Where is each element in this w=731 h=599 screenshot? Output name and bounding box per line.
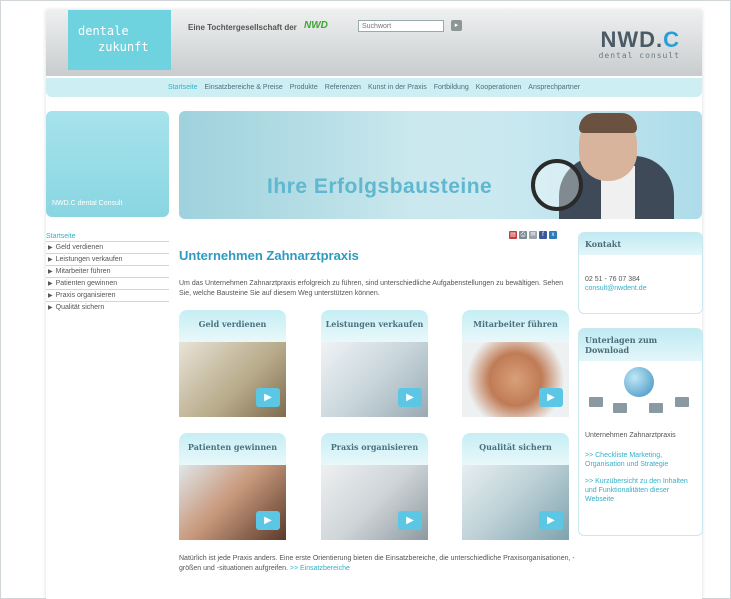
card-title: Mitarbeiter führen [462, 310, 569, 342]
nav-item-ansprechpartner[interactable]: Ansprechpartner [528, 84, 580, 91]
play-icon[interactable]: ▶ [256, 388, 280, 407]
banner-headline: Ihre Erfolgsbausteine [267, 175, 493, 198]
sidenav-item-praxis[interactable]: ▶ Praxis organisieren [46, 290, 169, 302]
card-title: Praxis organisieren [321, 433, 428, 465]
sidenav-item-qualitaet[interactable]: ▶ Qualität sichern [46, 302, 169, 313]
nav-item-startseite[interactable]: Startseite [168, 84, 198, 91]
play-icon[interactable]: ▶ [256, 511, 280, 530]
card-mitarbeiter-fuehren[interactable]: Mitarbeiter führen ▶ [462, 310, 569, 417]
arrow-right-icon: ▶ [48, 281, 53, 287]
card-praxis-organisieren[interactable]: Praxis organisieren ▶ [321, 433, 428, 540]
logo-line-1: dentale [78, 24, 129, 38]
sidenav-item-label: Patienten gewinnen [55, 280, 118, 287]
play-icon[interactable]: ▶ [539, 388, 563, 407]
computer-icon [589, 397, 603, 407]
facebook-icon[interactable]: f [539, 231, 547, 239]
left-box-text: NWD.C dental Consult [52, 200, 123, 207]
website: dentale zukunft Eine Tochtergesellschaft… [46, 10, 703, 599]
share-icons: ▤ ⎙ ✉ f x [509, 231, 557, 239]
man-photo-hair [579, 113, 637, 133]
arrow-right-icon: ▶ [48, 245, 53, 251]
downloads-title: Unterlagen zum Download [579, 329, 702, 361]
play-icon[interactable]: ▶ [398, 511, 422, 530]
sidenav-item-geld[interactable]: ▶ Geld verdienen [46, 242, 169, 254]
left-brand-box: NWD.C dental Consult [46, 111, 169, 217]
footer-body: Natürlich ist jede Praxis anders. Eine e… [179, 555, 575, 572]
dental-treatment-photo: ▶ [462, 465, 569, 540]
card-title: Leistungen verkaufen [321, 310, 428, 342]
sidenav-item-label: Leistungen verkaufen [55, 256, 123, 263]
page-title: Unternehmen Zahnarztpraxis [179, 248, 359, 263]
computer-icon [613, 403, 627, 413]
contact-box: Kontakt 02 51 - 76 07 384 consult@nwdent… [578, 232, 703, 314]
intro-text: Um das Unternehmen Zahnarztpraxis erfolg… [179, 280, 564, 297]
pdf-icon[interactable]: ▤ [509, 231, 517, 239]
nwd-mini-logo[interactable]: NWD [304, 20, 328, 31]
contact-phone: 02 51 - 76 07 384 [585, 276, 640, 283]
nav-item-kooperationen[interactable]: Kooperationen [476, 84, 522, 91]
print-icon[interactable]: ⎙ [519, 231, 527, 239]
card-title: Qualität sichern [462, 433, 569, 465]
sidenav-title[interactable]: Startseite [46, 233, 169, 242]
site-header: dentale zukunft Eine Tochtergesellschaft… [46, 10, 702, 76]
arrow-right-icon: ▶ [48, 293, 53, 299]
computer-icon [675, 397, 689, 407]
sidenav-item-patienten[interactable]: ▶ Patienten gewinnen [46, 278, 169, 290]
nwd-c-brand-logo[interactable]: NWD.C dental consult [599, 27, 680, 60]
nav-item-einsatzbereiche[interactable]: Einsatzbereiche & Preise [205, 84, 283, 91]
nav-item-fortbildung[interactable]: Fortbildung [434, 84, 469, 91]
coins-photo: ▶ [179, 342, 286, 417]
brand-c: C [663, 27, 680, 52]
network-illustration [579, 361, 702, 419]
dental-team-photo: ▶ [321, 342, 428, 417]
card-leistungen-verkaufen[interactable]: Leistungen verkaufen ▶ [321, 310, 428, 417]
hero-banner: Ihre Erfolgsbausteine [179, 111, 702, 219]
checklist-link[interactable]: >> Checkliste Marketing, Organisation un… [579, 451, 702, 469]
tagline: Eine Tochtergesellschaft der [188, 23, 297, 32]
sidenav-item-label: Qualität sichern [55, 304, 105, 311]
globe-icon [624, 367, 654, 397]
team-hands-photo: ▶ [462, 342, 569, 417]
play-icon[interactable]: ▶ [398, 388, 422, 407]
brand-subtitle: dental consult [598, 51, 680, 60]
girl-patient-photo: ▶ [179, 465, 286, 540]
dentale-zukunft-logo[interactable]: dentale zukunft [68, 10, 171, 70]
nav-item-kunst[interactable]: Kunst in der Praxis [368, 84, 427, 91]
downloads-box: Unterlagen zum Download Unternehmen Zahn… [578, 328, 703, 536]
arrow-right-icon: ▶ [48, 257, 53, 263]
contact-title: Kontakt [579, 233, 702, 255]
xing-icon[interactable]: x [549, 231, 557, 239]
einsatzbereiche-link[interactable]: >> Einsatzbereiche [290, 565, 350, 572]
search-button[interactable]: ▸ [451, 20, 462, 31]
banner-shade [179, 111, 499, 219]
contact-email-link[interactable]: consult@nwdent.de [579, 284, 702, 293]
brand-main: NWD. [600, 27, 664, 52]
computer-icon [649, 403, 663, 413]
sidenav-item-label: Mitarbeiter führen [55, 268, 111, 275]
card-title: Geld verdienen [179, 310, 286, 342]
logo-line-2: zukunft [98, 40, 149, 54]
arrow-right-icon: ▶ [48, 305, 53, 311]
card-patienten-gewinnen[interactable]: Patienten gewinnen ▶ [179, 433, 286, 540]
footer-text: Natürlich ist jede Praxis anders. Eine e… [179, 554, 579, 574]
card-geld-verdienen[interactable]: Geld verdienen ▶ [179, 310, 286, 417]
main-nav: Startseite Einsatzbereiche & Preise Prod… [46, 78, 702, 97]
downloads-subtitle: Unternehmen Zahnarztpraxis [585, 432, 676, 439]
search-input[interactable] [358, 20, 444, 32]
magnifying-glass-icon [531, 159, 583, 211]
sidenav-item-label: Praxis organisieren [55, 292, 116, 299]
card-title: Patienten gewinnen [179, 433, 286, 465]
side-nav: Startseite ▶ Geld verdienen ▶ Leistungen v… [46, 233, 169, 313]
overview-link[interactable]: >> Kurzübersicht zu den Inhalten und Fun… [579, 477, 702, 504]
play-icon[interactable]: ▶ [539, 511, 563, 530]
sidenav-item-label: Geld verdienen [55, 244, 104, 251]
dental-instruments-photo: ▶ [321, 465, 428, 540]
nav-item-produkte[interactable]: Produkte [290, 84, 318, 91]
sidenav-item-mitarbeiter[interactable]: ▶ Mitarbeiter führen [46, 266, 169, 278]
sidenav-item-leistungen[interactable]: ▶ Leistungen verkaufen [46, 254, 169, 266]
nav-item-referenzen[interactable]: Referenzen [325, 84, 361, 91]
email-icon[interactable]: ✉ [529, 231, 537, 239]
arrow-right-icon: ▶ [48, 269, 53, 275]
card-qualitaet-sichern[interactable]: Qualität sichern ▶ [462, 433, 569, 540]
